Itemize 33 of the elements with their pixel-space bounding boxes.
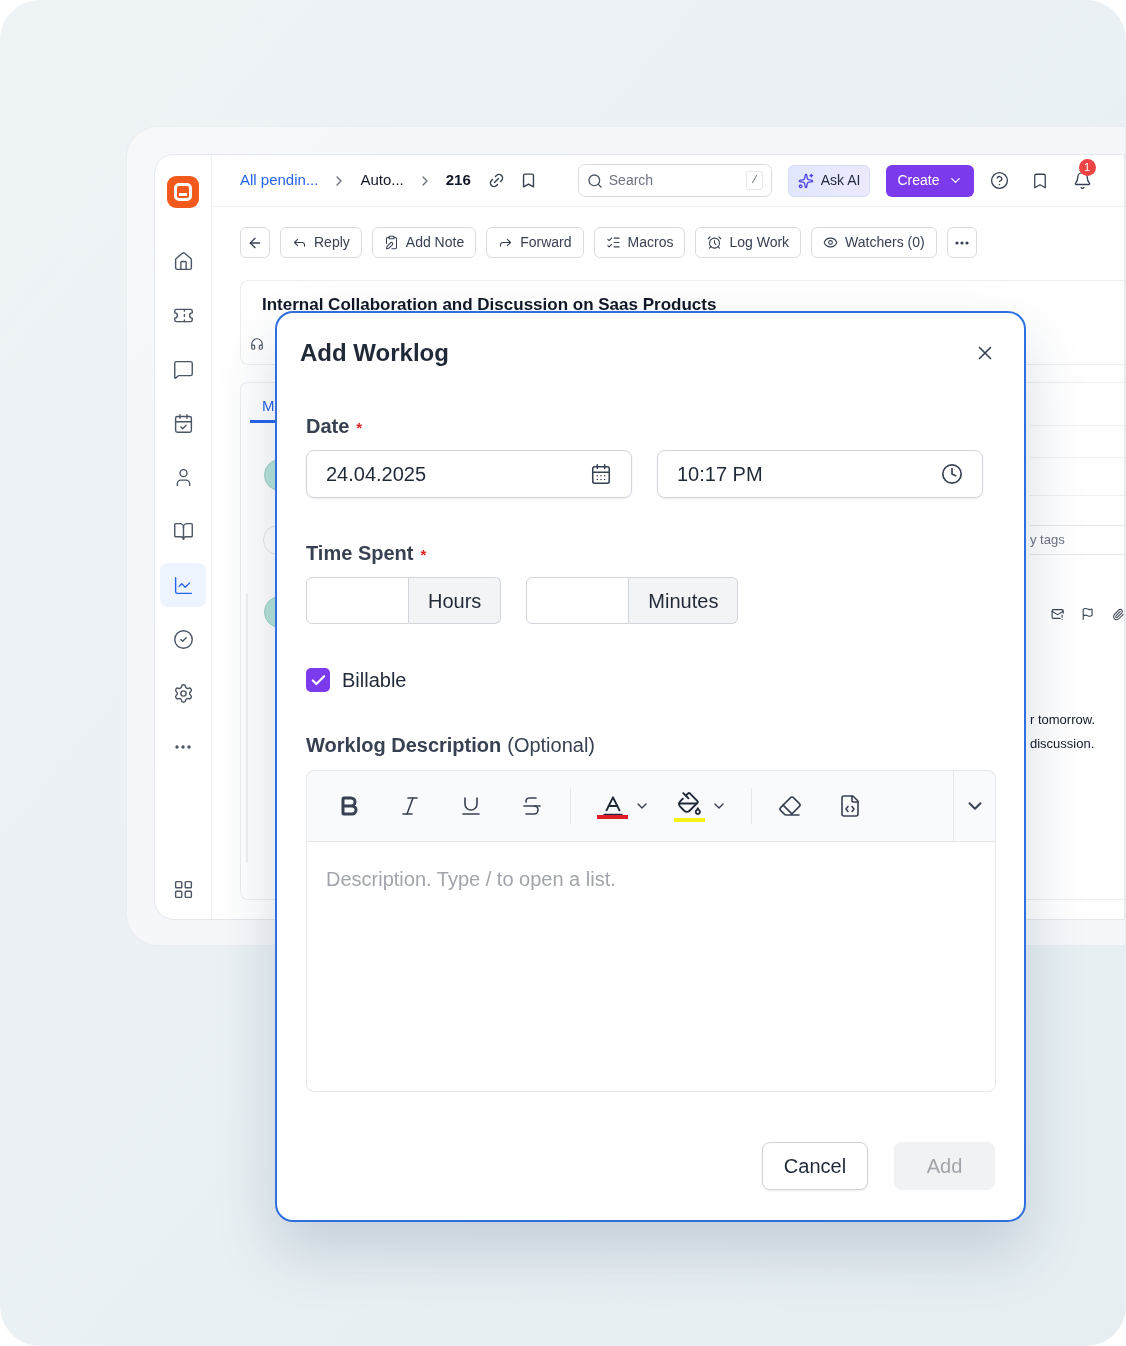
description-label: Worklog Description [306, 733, 502, 758]
ask-ai-button[interactable]: Ask AI [787, 164, 871, 197]
billable-label: Billable [342, 668, 407, 693]
toolbar-button[interactable]: Macros [593, 227, 686, 258]
toolbar-button[interactable]: Forward [486, 227, 584, 258]
time-field[interactable]: 10:17 PM [657, 450, 983, 498]
optional-hint: (Optional) [507, 733, 596, 758]
tags-field[interactable]: y tags [1030, 525, 1124, 555]
breadcrumb-link[interactable]: Auto... [360, 169, 404, 192]
create-button[interactable]: Create [886, 164, 974, 197]
message-text: r tomorrow. [1030, 711, 1096, 729]
shortcut-key: / [746, 171, 763, 190]
date-label: Date [306, 414, 350, 439]
toolbar-button[interactable]: Reply [280, 227, 362, 258]
unit-label: Minutes [629, 577, 739, 624]
required-mark: * [420, 545, 427, 565]
breadcrumb-link[interactable]: All pendin... [240, 169, 319, 192]
notification-count: 1 [1078, 159, 1096, 176]
cancel-button[interactable]: Cancel [762, 1142, 868, 1190]
toolbar-button[interactable]: Watchers (0) [811, 227, 937, 258]
required-mark: * [356, 418, 363, 438]
toolbar-button[interactable]: Log Work [695, 227, 802, 258]
dialog-title: Add Worklog [300, 338, 449, 368]
date-field[interactable]: 24.04.2025 [306, 450, 632, 498]
toolbar-button[interactable]: Add Note [371, 227, 477, 258]
breadcrumb-link[interactable]: 216 [445, 169, 471, 192]
search-placeholder: Search [608, 171, 655, 190]
search-field[interactable]: Search / [577, 164, 772, 197]
description-field[interactable]: Description. Type / to open a list. [306, 842, 996, 1092]
ticket-title: Internal Collaboration and Discussion on Saas Products [262, 294, 718, 316]
unit-label: Hours [409, 577, 502, 624]
time-spent-label: Time Spent [306, 541, 414, 566]
message-text: discussion. [1030, 734, 1096, 753]
